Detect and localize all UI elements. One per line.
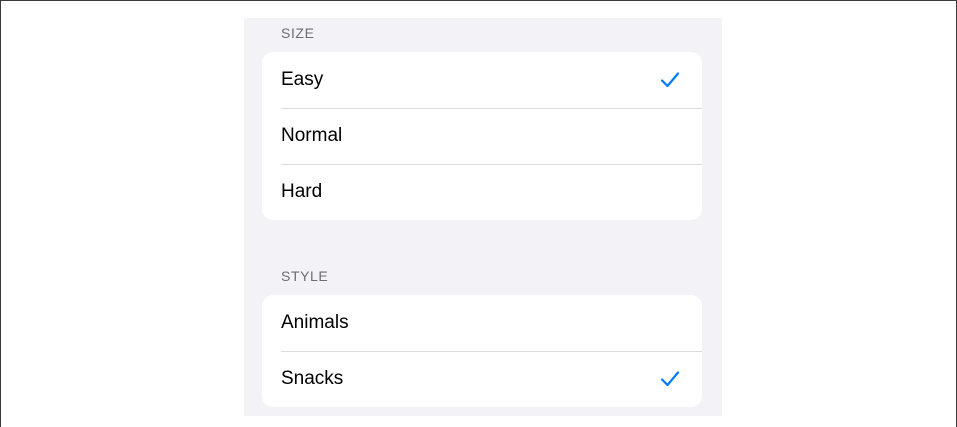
option-label-normal: Normal [281, 125, 343, 146]
frame-border-top [0, 0, 957, 1]
checkmark-icon [659, 70, 681, 90]
screenshot-frame: SIZE Easy Normal Hard STYLE Animals Snac… [0, 0, 957, 427]
section-header-style: STYLE [281, 268, 329, 284]
option-label-snacks: Snacks [281, 368, 344, 389]
option-row-snacks[interactable]: Snacks [262, 351, 702, 407]
option-row-easy[interactable]: Easy [262, 52, 702, 108]
section-header-size: SIZE [281, 25, 315, 41]
settings-screen: SIZE Easy Normal Hard STYLE Animals Snac… [244, 18, 722, 416]
option-row-hard[interactable]: Hard [262, 164, 702, 220]
option-label-animals: Animals [281, 312, 349, 333]
style-options-group: Animals Snacks [262, 295, 702, 407]
option-label-easy: Easy [281, 69, 324, 90]
option-row-normal[interactable]: Normal [262, 108, 702, 164]
checkmark-icon [659, 369, 681, 389]
option-label-hard: Hard [281, 181, 323, 202]
size-options-group: Easy Normal Hard [262, 52, 702, 220]
frame-border-left [0, 0, 1, 427]
option-row-animals[interactable]: Animals [262, 295, 702, 351]
